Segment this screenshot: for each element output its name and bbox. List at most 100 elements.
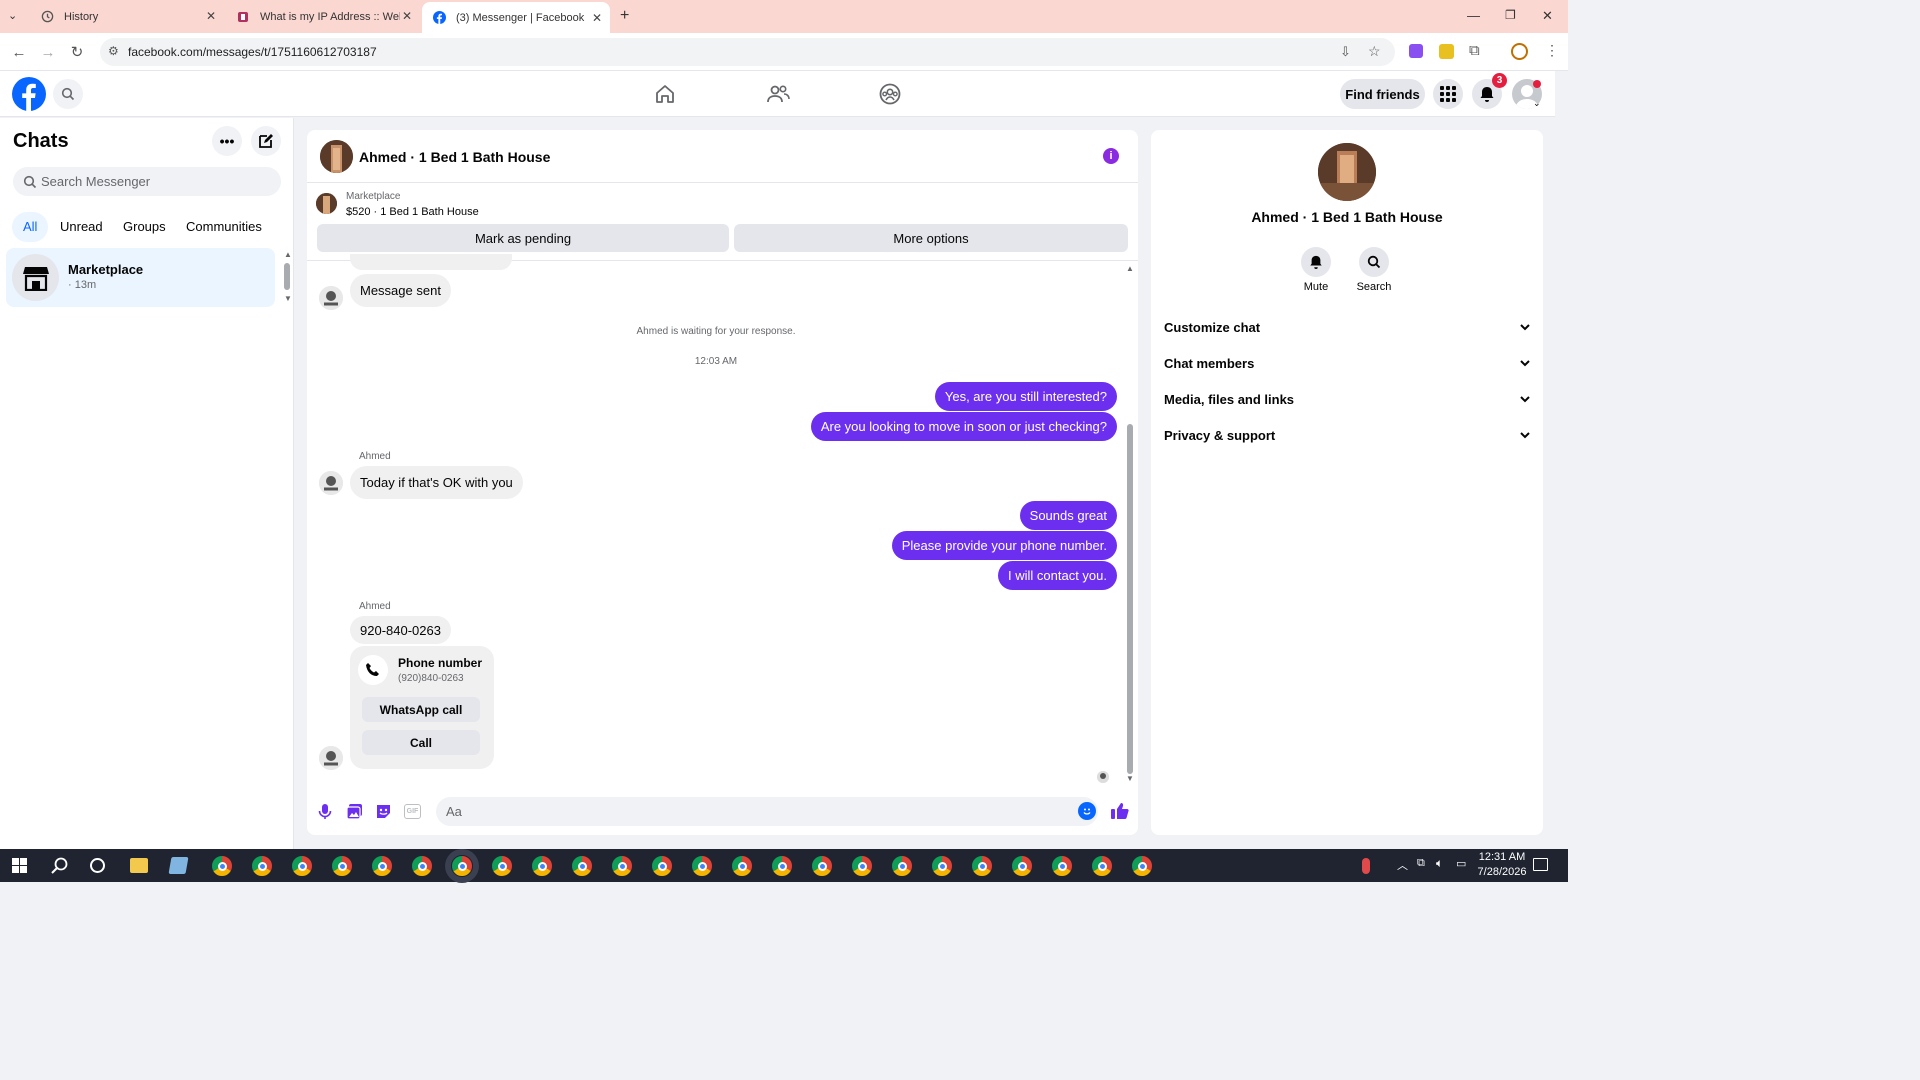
filter-communities[interactable]: Communities <box>186 219 262 234</box>
filter-unread[interactable]: Unread <box>60 219 103 234</box>
message-bubble-incoming[interactable]: 920-840-0263 <box>350 616 451 644</box>
tray-app-icon[interactable] <box>1362 858 1370 874</box>
sender-avatar[interactable] <box>319 286 343 310</box>
emoji-icon[interactable] <box>1078 802 1096 820</box>
section-chat-members[interactable]: Chat members <box>1164 348 1530 378</box>
friends-icon[interactable] <box>766 83 790 108</box>
show-hidden-icons-icon[interactable]: ︿ <box>1397 857 1408 873</box>
sender-avatar[interactable] <box>319 471 343 495</box>
sticker-icon[interactable] <box>375 803 392 823</box>
task-view-icon[interactable] <box>90 858 105 873</box>
tab-search-chevron-icon[interactable]: ⌄ <box>8 9 17 22</box>
message-bubble-outgoing[interactable]: Yes, are you still interested? <box>934 382 1117 411</box>
extensions-puzzle-icon[interactable]: ⧉ <box>1469 42 1480 59</box>
close-tab-icon[interactable]: ✕ <box>206 9 216 23</box>
scroll-up-icon[interactable]: ▲ <box>284 250 292 259</box>
scroll-up-icon[interactable]: ▲ <box>1126 264 1134 273</box>
chrome-taskbar-icon[interactable] <box>251 855 273 877</box>
message-bubble-outgoing[interactable]: Sounds great <box>1019 501 1117 530</box>
close-window-icon[interactable]: ✕ <box>1542 8 1553 24</box>
attach-photo-icon[interactable] <box>346 803 363 823</box>
chrome-taskbar-icon[interactable] <box>771 855 793 877</box>
page-scrollbar[interactable] <box>1555 71 1568 849</box>
chrome-taskbar-icon[interactable] <box>291 855 313 877</box>
voice-clip-icon[interactable] <box>318 803 332 823</box>
conversation-title[interactable]: Ahmed · 1 Bed 1 Bath House <box>359 149 550 165</box>
conversation-scrollbar[interactable] <box>1127 424 1133 774</box>
call-button[interactable]: Call <box>362 730 480 755</box>
chrome-taskbar-icon[interactable] <box>651 855 673 877</box>
volume-icon[interactable]: 🔈︎ <box>1436 856 1443 871</box>
fb-search-icon[interactable] <box>53 79 83 109</box>
filter-all[interactable]: All <box>23 219 37 234</box>
chrome-taskbar-icon[interactable] <box>971 855 993 877</box>
tab-history[interactable]: History ✕ <box>30 0 224 33</box>
tab-messenger[interactable]: (3) Messenger | Facebook ✕ <box>422 2 610 33</box>
chrome-taskbar-icon[interactable] <box>491 855 513 877</box>
find-friends-button[interactable]: Find friends <box>1340 79 1425 109</box>
menu-kebab-icon[interactable]: ⋮ <box>1545 42 1559 59</box>
chrome-taskbar-icon[interactable] <box>851 855 873 877</box>
chrome-taskbar-icon[interactable] <box>371 855 393 877</box>
message-bubble-incoming[interactable]: Message sent <box>350 274 451 307</box>
like-thumbs-up-icon[interactable] <box>1110 802 1129 823</box>
profile-avatar[interactable] <box>1318 143 1376 201</box>
chrome-taskbar-icon[interactable] <box>571 855 593 877</box>
close-tab-icon[interactable]: ✕ <box>402 9 412 23</box>
chevron-down-icon[interactable]: ⌄ <box>1533 98 1541 109</box>
gif-icon[interactable]: GIF <box>404 804 421 819</box>
chat-list-item-marketplace[interactable]: Marketplace · 13m <box>6 248 275 307</box>
chrome-taskbar-icon[interactable] <box>811 855 833 877</box>
whatsapp-call-button[interactable]: WhatsApp call <box>362 697 480 722</box>
search-conversation-icon[interactable] <box>1359 247 1389 277</box>
chrome-taskbar-icon[interactable] <box>211 855 233 877</box>
mute-bell-icon[interactable] <box>1301 247 1331 277</box>
scroll-down-icon[interactable]: ▼ <box>284 294 292 303</box>
reload-icon[interactable]: ↻ <box>67 42 87 62</box>
sender-avatar[interactable] <box>319 746 343 770</box>
chrome-taskbar-icon[interactable] <box>411 855 433 877</box>
chrome-taskbar-icon[interactable] <box>1091 855 1113 877</box>
chrome-taskbar-icon[interactable] <box>1011 855 1033 877</box>
bookmark-star-icon[interactable]: ☆ <box>1368 43 1381 60</box>
facebook-logo-icon[interactable] <box>12 77 46 111</box>
clock-time[interactable]: 12:31 AM <box>1478 851 1526 863</box>
extension-icon[interactable] <box>1409 44 1423 58</box>
site-info-icon[interactable]: ⚙ <box>108 44 119 58</box>
more-options-button[interactable]: More options <box>734 224 1128 252</box>
new-message-icon[interactable] <box>251 126 281 156</box>
home-icon[interactable] <box>654 83 676 108</box>
chrome-taskbar-icon[interactable] <box>611 855 633 877</box>
install-app-icon[interactable]: ⇩ <box>1340 44 1351 60</box>
chat-list-scrollbar[interactable] <box>284 263 290 290</box>
address-bar[interactable]: ⚙ facebook.com/messages/t/17511606127031… <box>100 38 1395 66</box>
message-bubble-outgoing[interactable]: Are you looking to move in soon or just … <box>810 412 1117 441</box>
app-icon[interactable] <box>168 857 189 874</box>
chrome-taskbar-icon[interactable] <box>1051 855 1073 877</box>
clock-date[interactable]: 7/28/2026 <box>1472 866 1532 878</box>
chrome-taskbar-icon[interactable] <box>1131 855 1153 877</box>
close-tab-icon[interactable]: ✕ <box>592 11 602 25</box>
mark-as-pending-button[interactable]: Mark as pending <box>317 224 729 252</box>
search-messenger-input[interactable]: Search Messenger <box>13 167 281 196</box>
minimize-icon[interactable]: — <box>1467 8 1480 23</box>
conversation-avatar[interactable] <box>320 140 353 173</box>
notifications-center-icon[interactable] <box>1533 858 1548 871</box>
message-bubble-outgoing[interactable]: Please provide your phone number. <box>891 531 1117 560</box>
back-icon[interactable]: ← <box>9 42 29 62</box>
chrome-taskbar-icon[interactable] <box>531 855 553 877</box>
info-icon[interactable]: i <box>1103 148 1119 164</box>
groups-icon[interactable] <box>879 83 901 108</box>
windows-start-icon[interactable] <box>12 858 27 876</box>
chrome-taskbar-icon[interactable] <box>891 855 913 877</box>
network-icon[interactable]: ▭ <box>1456 857 1466 870</box>
section-media-files-links[interactable]: Media, files and links <box>1164 384 1530 414</box>
section-customize-chat[interactable]: Customize chat <box>1164 312 1530 342</box>
chrome-taskbar-icon[interactable] <box>691 855 713 877</box>
tab-ip-address[interactable]: What is my IP Address :: WebBr ✕ <box>226 0 420 33</box>
taskbar-search-icon[interactable] <box>51 857 69 878</box>
forward-icon[interactable]: → <box>38 42 58 62</box>
section-privacy-support[interactable]: Privacy & support <box>1164 420 1530 450</box>
message-composer-input[interactable]: Aa <box>436 797 1098 826</box>
chrome-taskbar-icon[interactable] <box>731 855 753 877</box>
